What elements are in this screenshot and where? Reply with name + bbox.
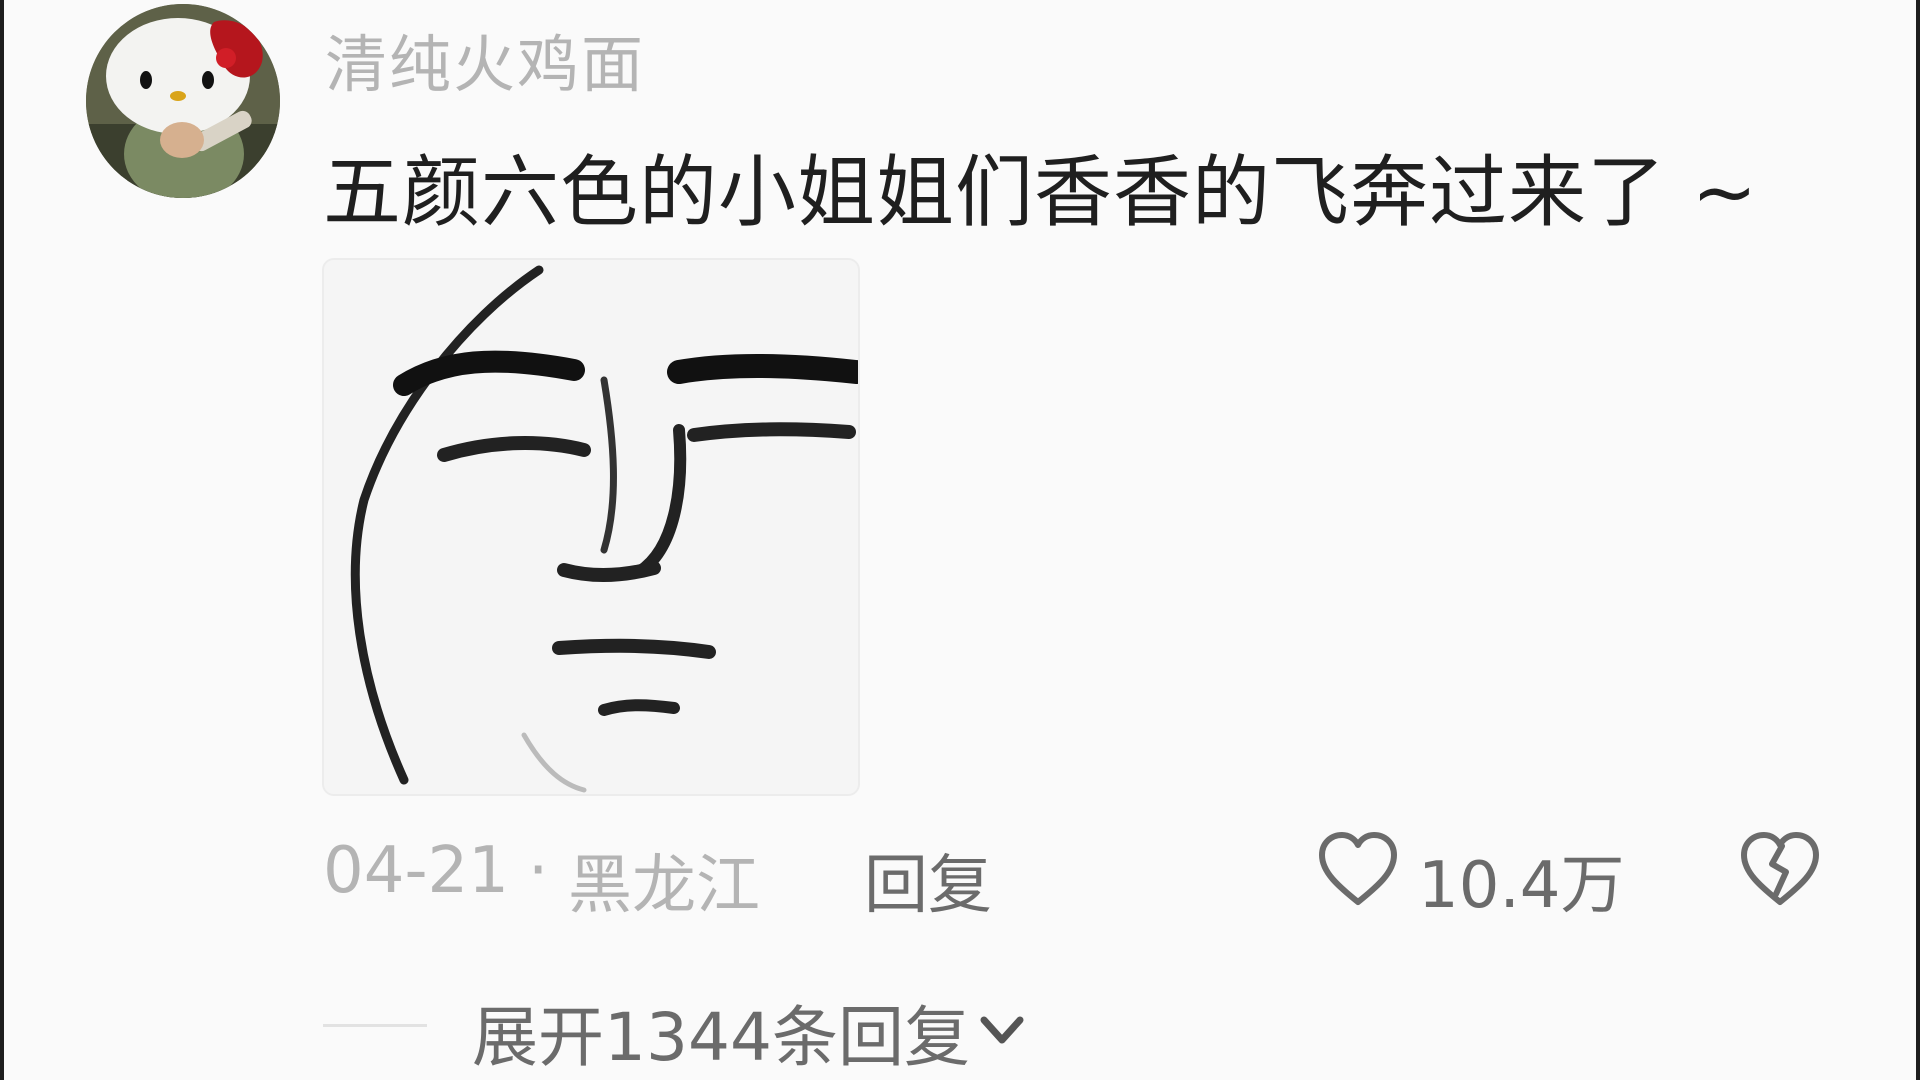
chevron-down-icon [980,1016,1024,1044]
comment-screen: 清纯火鸡面 五颜六色的小姐姐们香香的飞奔过来了 ~ 04-21 · 黑龙江 回复… [0,0,1920,1080]
smug-face-sticker-icon[interactable] [322,258,860,796]
like-button[interactable]: 10.4万 [1316,824,1625,924]
avatar-image [86,4,280,198]
broken-heart-icon [1741,832,1819,905]
username[interactable]: 清纯火鸡面 [325,14,645,104]
comment-meta-row: 04-21 · 黑龙江 回复 10.4万 [0,824,1920,924]
comment-date: 04-21 [323,834,509,908]
sticker-drawing [324,260,858,794]
avatar[interactable] [86,4,280,198]
comment-text: 五颜六色的小姐姐们香香的飞奔过来了 ~ [323,148,1759,238]
expand-replies-label: 展开1344条回复 [472,999,970,1076]
like-count: 10.4万 [1418,849,1625,923]
dislike-button[interactable] [1738,828,1822,912]
comment-location: 黑龙江 [568,849,760,923]
expand-replies-button[interactable]: 展开1344条回复 [470,980,1070,1076]
meta-separator: · [528,834,549,908]
reply-button[interactable]: 回复 [864,834,992,926]
expand-replies-row: 展开1344条回复 [0,980,1920,1076]
divider-line [323,1024,427,1027]
heart-outline-icon [1319,832,1397,905]
